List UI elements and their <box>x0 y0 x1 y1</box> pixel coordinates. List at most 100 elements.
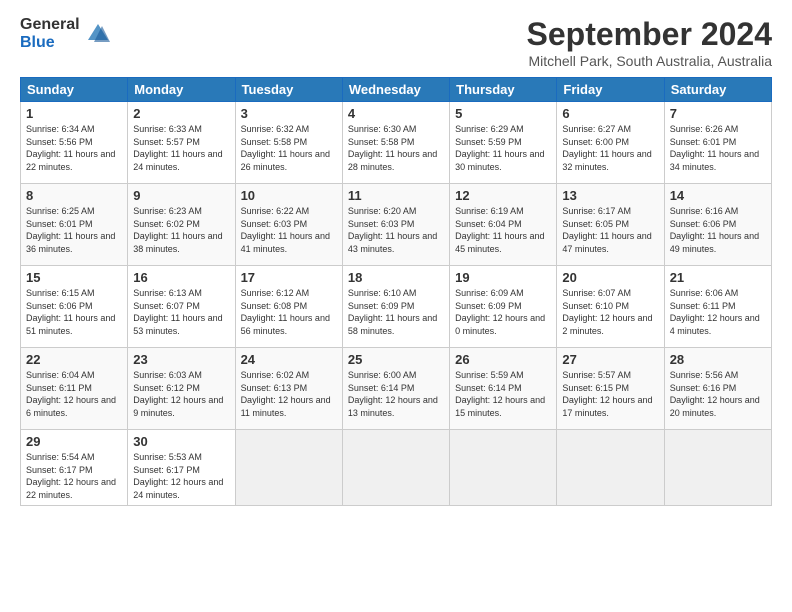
col-saturday: Saturday <box>664 78 771 102</box>
table-row <box>557 430 664 506</box>
table-row: 30 Sunrise: 5:53 AM Sunset: 6:17 PM Dayli… <box>128 430 235 506</box>
table-row: 22 Sunrise: 6:04 AM Sunset: 6:11 PM Dayli… <box>21 348 128 430</box>
table-row: 23 Sunrise: 6:03 AM Sunset: 6:12 PM Dayli… <box>128 348 235 430</box>
title-block: September 2024 Mitchell Park, South Aust… <box>527 16 772 69</box>
day-number: 22 <box>26 352 122 367</box>
table-row <box>450 430 557 506</box>
day-info: Sunrise: 6:23 AM Sunset: 6:02 PM Dayligh… <box>133 205 229 255</box>
table-row: 4 Sunrise: 6:30 AM Sunset: 5:58 PM Daylig… <box>342 102 449 184</box>
day-info: Sunrise: 5:54 AM Sunset: 6:17 PM Dayligh… <box>26 451 122 501</box>
table-row <box>342 430 449 506</box>
table-row: 28 Sunrise: 5:56 AM Sunset: 6:16 PM Dayli… <box>664 348 771 430</box>
day-number: 17 <box>241 270 337 285</box>
table-row: 3Sunrise: 6:32 AM Sunset: 5:58 PM Daylig… <box>235 102 342 184</box>
day-info: Sunrise: 6:17 AM Sunset: 6:05 PM Dayligh… <box>562 205 658 255</box>
day-number: 26 <box>455 352 551 367</box>
table-row: 16Sunrise: 6:13 AM Sunset: 6:07 PM Dayli… <box>128 266 235 348</box>
day-number: 27 <box>562 352 658 367</box>
logo-text: General Blue <box>20 16 80 51</box>
day-number: 12 <box>455 188 551 203</box>
day-number: 28 <box>670 352 766 367</box>
calendar-week-3: 15Sunrise: 6:15 AM Sunset: 6:06 PM Dayli… <box>21 266 772 348</box>
day-info: Sunrise: 5:59 AM Sunset: 6:14 PM Dayligh… <box>455 369 551 419</box>
table-row: 19 Sunrise: 6:09 AM Sunset: 6:09 PM Dayli… <box>450 266 557 348</box>
day-info: Sunrise: 6:22 AM Sunset: 6:03 PM Dayligh… <box>241 205 337 255</box>
day-number: 14 <box>670 188 766 203</box>
table-row: 14 Sunrise: 6:16 AM Sunset: 6:06 PM Dayli… <box>664 184 771 266</box>
day-info: Sunrise: 6:32 AM Sunset: 5:58 PM Dayligh… <box>241 123 337 173</box>
table-row: 26 Sunrise: 5:59 AM Sunset: 6:14 PM Dayli… <box>450 348 557 430</box>
day-info: Sunrise: 6:19 AM Sunset: 6:04 PM Dayligh… <box>455 205 551 255</box>
day-info: Sunrise: 6:10 AM Sunset: 6:09 PM Dayligh… <box>348 287 444 337</box>
table-row: 1Sunrise: 6:34 AM Sunset: 5:56 PM Daylig… <box>21 102 128 184</box>
calendar-table: Sunday Monday Tuesday Wednesday Thursday… <box>20 77 772 506</box>
day-number: 4 <box>348 106 444 121</box>
day-number: 25 <box>348 352 444 367</box>
day-info: Sunrise: 6:03 AM Sunset: 6:12 PM Dayligh… <box>133 369 229 419</box>
table-row: 7 Sunrise: 6:26 AM Sunset: 6:01 PM Daylig… <box>664 102 771 184</box>
day-number: 9 <box>133 188 229 203</box>
day-number: 20 <box>562 270 658 285</box>
table-row: 6Sunrise: 6:27 AM Sunset: 6:00 PM Daylig… <box>557 102 664 184</box>
table-row: 10Sunrise: 6:22 AM Sunset: 6:03 PM Dayli… <box>235 184 342 266</box>
day-info: Sunrise: 5:53 AM Sunset: 6:17 PM Dayligh… <box>133 451 229 501</box>
col-sunday: Sunday <box>21 78 128 102</box>
logo-blue: Blue <box>20 34 80 52</box>
calendar-page: General Blue September 2024 Mitchell Par… <box>0 0 792 612</box>
day-number: 11 <box>348 188 444 203</box>
day-info: Sunrise: 5:57 AM Sunset: 6:15 PM Dayligh… <box>562 369 658 419</box>
table-row: 13 Sunrise: 6:17 AM Sunset: 6:05 PM Dayli… <box>557 184 664 266</box>
table-row: 8Sunrise: 6:25 AM Sunset: 6:01 PM Daylig… <box>21 184 128 266</box>
col-tuesday: Tuesday <box>235 78 342 102</box>
col-monday: Monday <box>128 78 235 102</box>
table-row: 18 Sunrise: 6:10 AM Sunset: 6:09 PM Dayli… <box>342 266 449 348</box>
day-number: 29 <box>26 434 122 449</box>
calendar-week-4: 22 Sunrise: 6:04 AM Sunset: 6:11 PM Dayli… <box>21 348 772 430</box>
table-row: 27 Sunrise: 5:57 AM Sunset: 6:15 PM Dayli… <box>557 348 664 430</box>
day-info: Sunrise: 6:12 AM Sunset: 6:08 PM Dayligh… <box>241 287 337 337</box>
logo: General Blue <box>20 16 112 51</box>
table-row <box>235 430 342 506</box>
day-info: Sunrise: 6:09 AM Sunset: 6:09 PM Dayligh… <box>455 287 551 337</box>
day-info: Sunrise: 6:20 AM Sunset: 6:03 PM Dayligh… <box>348 205 444 255</box>
day-number: 16 <box>133 270 229 285</box>
calendar-header-row: Sunday Monday Tuesday Wednesday Thursday… <box>21 78 772 102</box>
day-info: Sunrise: 6:26 AM Sunset: 6:01 PM Dayligh… <box>670 123 766 173</box>
table-row: 24 Sunrise: 6:02 AM Sunset: 6:13 PM Dayli… <box>235 348 342 430</box>
table-row: 15Sunrise: 6:15 AM Sunset: 6:06 PM Dayli… <box>21 266 128 348</box>
day-number: 21 <box>670 270 766 285</box>
month-title: September 2024 <box>527 16 772 53</box>
day-info: Sunrise: 6:30 AM Sunset: 5:58 PM Dayligh… <box>348 123 444 173</box>
day-info: Sunrise: 6:00 AM Sunset: 6:14 PM Dayligh… <box>348 369 444 419</box>
day-number: 6 <box>562 106 658 121</box>
calendar-week-1: 1Sunrise: 6:34 AM Sunset: 5:56 PM Daylig… <box>21 102 772 184</box>
col-thursday: Thursday <box>450 78 557 102</box>
table-row <box>664 430 771 506</box>
table-row: 9 Sunrise: 6:23 AM Sunset: 6:02 PM Daylig… <box>128 184 235 266</box>
day-number: 30 <box>133 434 229 449</box>
day-info: Sunrise: 6:16 AM Sunset: 6:06 PM Dayligh… <box>670 205 766 255</box>
col-friday: Friday <box>557 78 664 102</box>
day-info: Sunrise: 6:06 AM Sunset: 6:11 PM Dayligh… <box>670 287 766 337</box>
day-number: 2 <box>133 106 229 121</box>
day-info: Sunrise: 6:34 AM Sunset: 5:56 PM Dayligh… <box>26 123 122 173</box>
logo-general: General <box>20 16 80 34</box>
day-number: 19 <box>455 270 551 285</box>
day-info: Sunrise: 6:04 AM Sunset: 6:11 PM Dayligh… <box>26 369 122 419</box>
day-info: Sunrise: 6:02 AM Sunset: 6:13 PM Dayligh… <box>241 369 337 419</box>
day-number: 23 <box>133 352 229 367</box>
table-row: 21 Sunrise: 6:06 AM Sunset: 6:11 PM Dayli… <box>664 266 771 348</box>
table-row: 5Sunrise: 6:29 AM Sunset: 5:59 PM Daylig… <box>450 102 557 184</box>
day-info: Sunrise: 6:07 AM Sunset: 6:10 PM Dayligh… <box>562 287 658 337</box>
table-row: 2 Sunrise: 6:33 AM Sunset: 5:57 PM Daylig… <box>128 102 235 184</box>
table-row: 11 Sunrise: 6:20 AM Sunset: 6:03 PM Dayli… <box>342 184 449 266</box>
table-row: 17 Sunrise: 6:12 AM Sunset: 6:08 PM Dayli… <box>235 266 342 348</box>
day-info: Sunrise: 6:25 AM Sunset: 6:01 PM Dayligh… <box>26 205 122 255</box>
day-info: Sunrise: 5:56 AM Sunset: 6:16 PM Dayligh… <box>670 369 766 419</box>
day-number: 24 <box>241 352 337 367</box>
table-row: 29 Sunrise: 5:54 AM Sunset: 6:17 PM Dayli… <box>21 430 128 506</box>
day-number: 7 <box>670 106 766 121</box>
day-number: 18 <box>348 270 444 285</box>
day-info: Sunrise: 6:33 AM Sunset: 5:57 PM Dayligh… <box>133 123 229 173</box>
day-number: 13 <box>562 188 658 203</box>
